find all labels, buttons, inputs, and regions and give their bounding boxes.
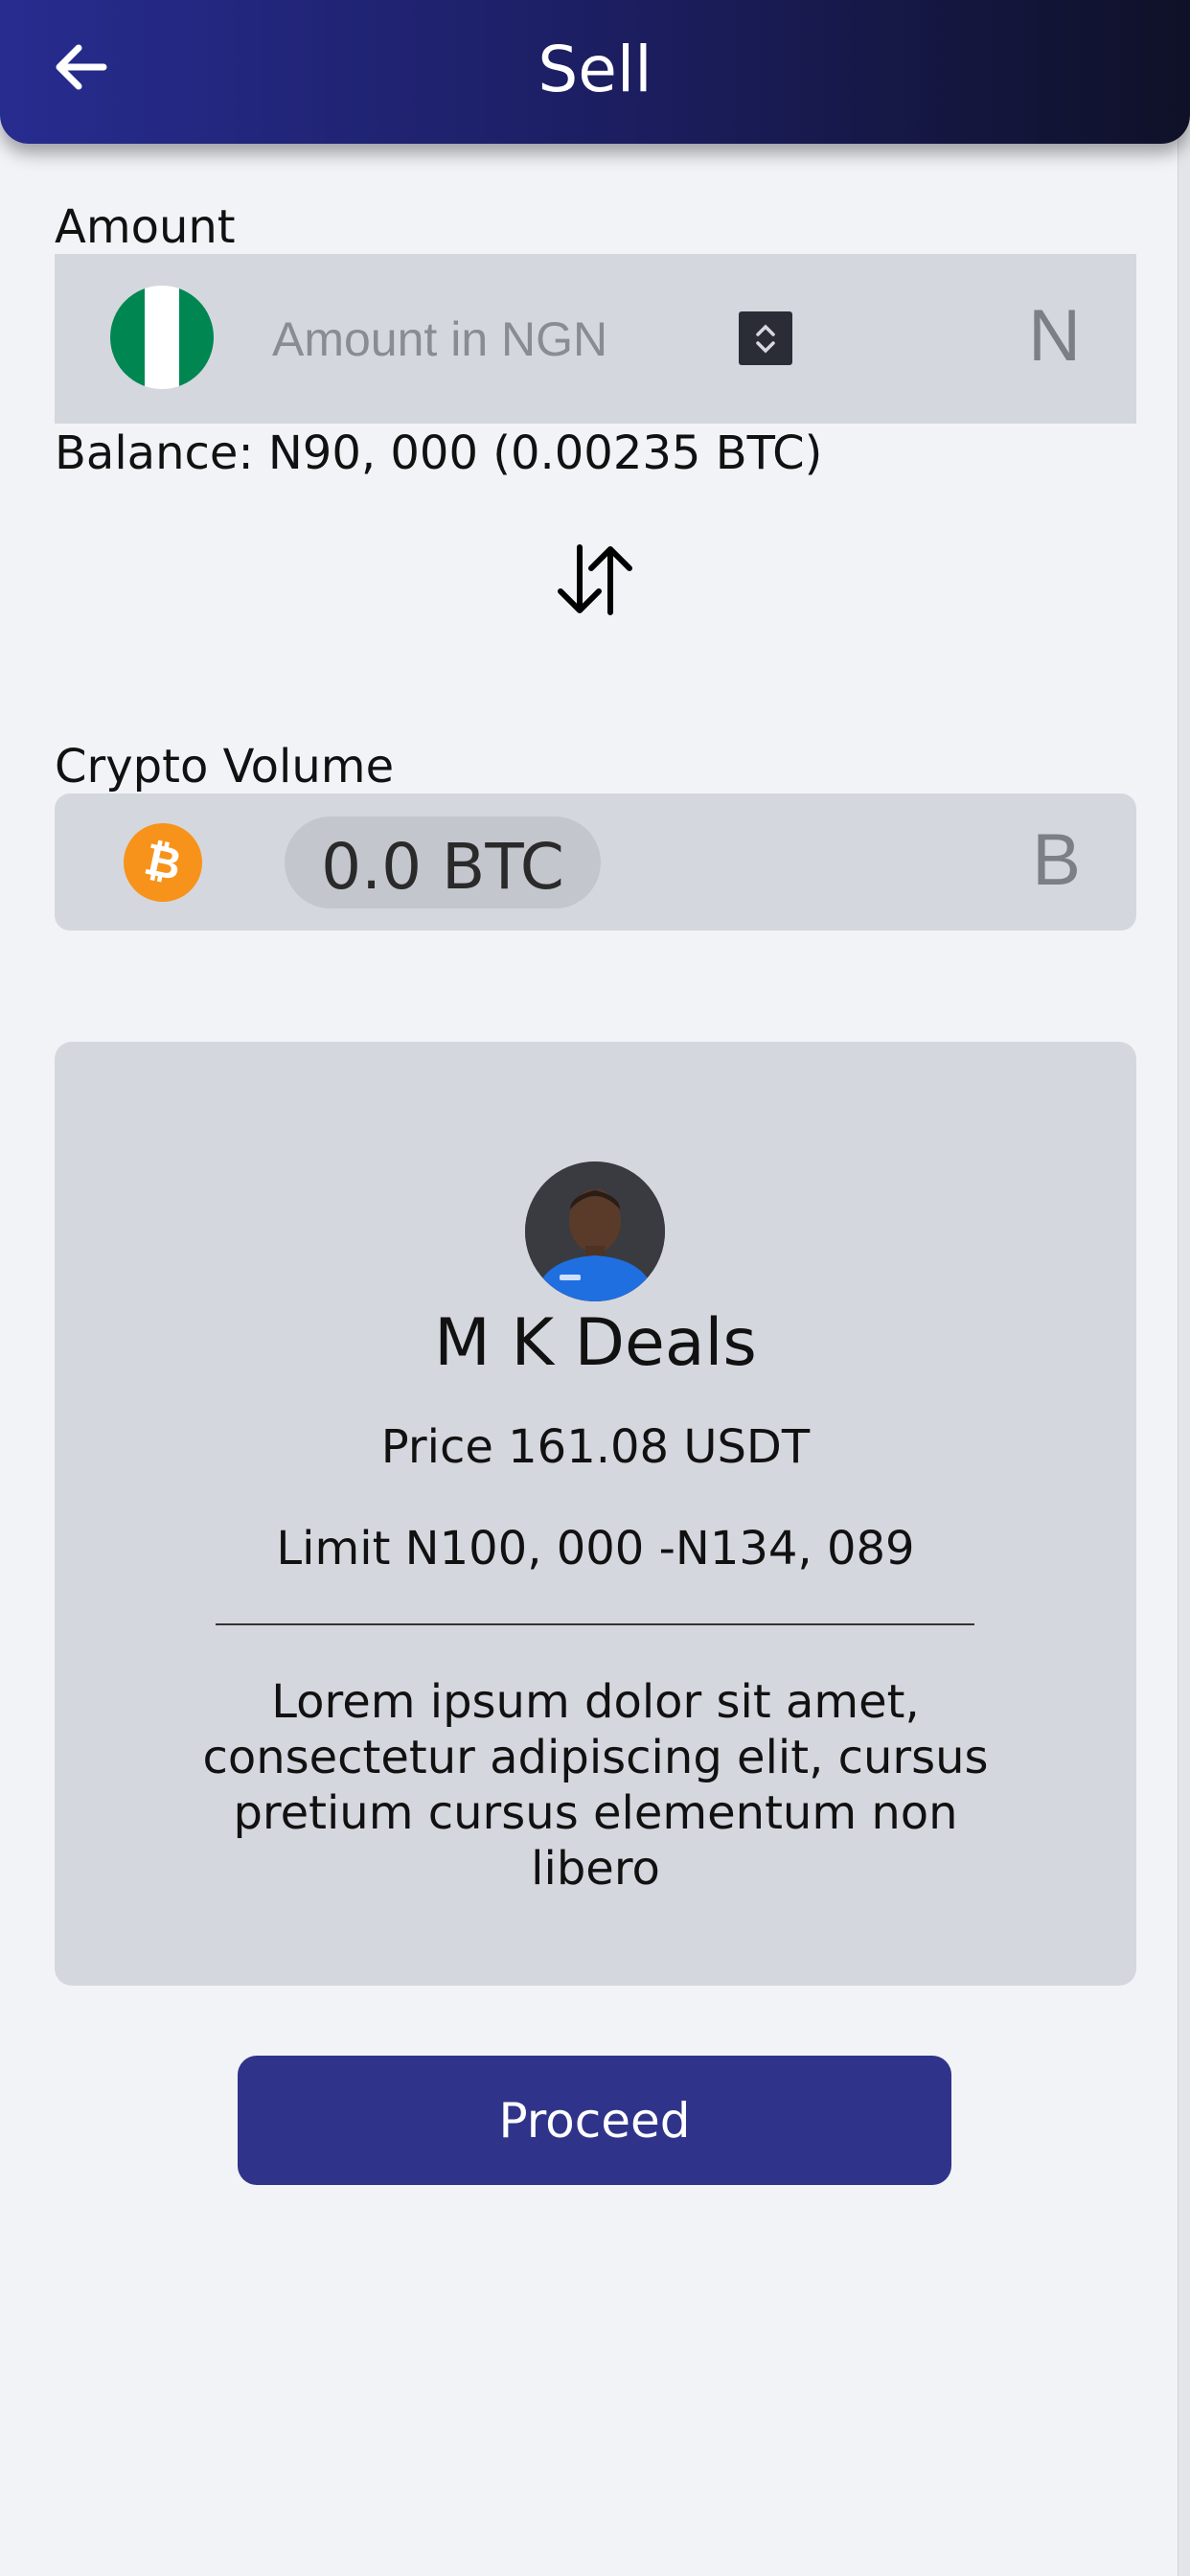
page-scrollbar[interactable] <box>1178 0 1190 2576</box>
nigeria-flag-icon <box>110 286 214 389</box>
offer-description: Lorem ipsum dolor sit amet, consectetur … <box>202 1675 989 1896</box>
proceed-button[interactable]: Proceed <box>238 2056 951 2185</box>
currency-symbol: N <box>1028 295 1081 377</box>
divider <box>216 1623 974 1625</box>
amount-label: Amount <box>55 200 236 254</box>
page-title: Sell <box>538 33 652 106</box>
swap-vertical-arrows-icon <box>558 544 632 615</box>
balance-text: Balance: N90, 000 (0.00235 BTC) <box>55 426 823 480</box>
crypto-volume-value[interactable]: 0.0 BTC <box>285 816 601 908</box>
app-header: Sell <box>0 0 1190 144</box>
crypto-volume-field: ₿ 0.0 BTC B <box>55 794 1136 931</box>
amount-field: N <box>55 254 1136 424</box>
chevron-up-down-icon <box>756 324 775 354</box>
seller-offer-card[interactable]: M K Deals Price 161.08 USDT Limit N100, … <box>55 1042 1136 1986</box>
seller-avatar <box>525 1162 665 1301</box>
amount-input[interactable] <box>270 292 734 386</box>
offer-price: Price 161.08 USDT <box>380 1420 811 1474</box>
amount-stepper[interactable] <box>739 311 792 365</box>
crypto-symbol: B <box>1032 819 1081 901</box>
swap-button[interactable] <box>551 541 639 618</box>
offer-limit: Limit N100, 000 -N134, 089 <box>276 1522 915 1576</box>
crypto-volume-label: Crypto Volume <box>55 740 395 794</box>
bitcoin-icon: ₿ <box>124 823 202 902</box>
seller-name: M K Deals <box>434 1305 757 1381</box>
